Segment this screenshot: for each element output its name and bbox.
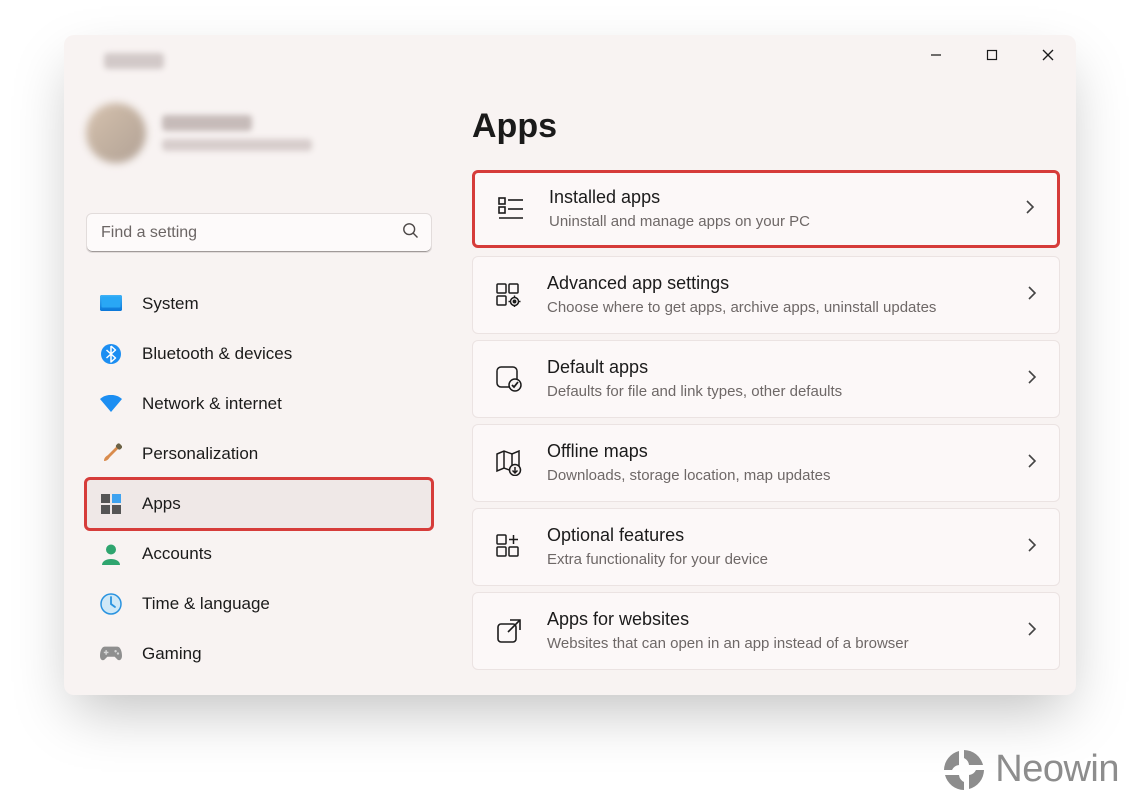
bluetooth-icon — [100, 343, 122, 365]
account-avatar — [86, 103, 146, 163]
card-default-apps[interactable]: Default apps Defaults for file and link … — [472, 340, 1060, 418]
page-title: Apps — [472, 107, 1060, 146]
card-title: Apps for websites — [547, 608, 1003, 631]
chevron-right-icon — [1027, 453, 1037, 474]
maximize-button[interactable] — [964, 35, 1020, 75]
search-icon — [402, 222, 419, 244]
apps-icon — [100, 493, 122, 515]
card-title: Optional features — [547, 524, 1003, 547]
sidebar-item-bluetooth[interactable]: Bluetooth & devices — [86, 329, 432, 379]
sidebar-item-apps[interactable]: Apps — [86, 479, 432, 529]
sidebar-item-label: Gaming — [142, 644, 202, 664]
chevron-right-icon — [1027, 369, 1037, 390]
card-installed-apps[interactable]: Installed apps Uninstall and manage apps… — [472, 170, 1060, 248]
sidebar-item-time-language[interactable]: Time & language — [86, 579, 432, 629]
account-text-blurred — [162, 115, 312, 151]
card-subtitle: Downloads, storage location, map updates — [547, 466, 1003, 486]
card-offline-maps[interactable]: Offline maps Downloads, storage location… — [472, 424, 1060, 502]
sidebar-item-accounts[interactable]: Accounts — [86, 529, 432, 579]
add-app-icon — [495, 533, 523, 561]
gamepad-icon — [100, 643, 122, 665]
system-icon — [100, 293, 122, 315]
minimize-button[interactable] — [908, 35, 964, 75]
window-title-blurred — [104, 53, 164, 69]
card-title: Installed apps — [549, 186, 1001, 209]
search-input[interactable] — [99, 223, 379, 243]
chevron-right-icon — [1027, 285, 1037, 306]
card-subtitle: Extra functionality for your device — [547, 550, 1003, 570]
chevron-right-icon — [1025, 199, 1035, 220]
sidebar-item-personalization[interactable]: Personalization — [86, 429, 432, 479]
sidebar-item-network[interactable]: Network & internet — [86, 379, 432, 429]
search-box[interactable] — [86, 213, 432, 253]
sidebar-item-label: Bluetooth & devices — [142, 344, 292, 364]
chevron-right-icon — [1027, 537, 1037, 558]
sidebar-item-label: Accounts — [142, 544, 212, 564]
map-download-icon — [495, 449, 523, 477]
sidebar-item-label: Time & language — [142, 594, 270, 614]
default-apps-icon — [495, 365, 523, 393]
brush-icon — [100, 443, 122, 465]
highlight-box — [84, 477, 434, 531]
watermark: Neowin — [943, 748, 1119, 791]
card-subtitle: Websites that can open in an app instead… — [547, 634, 1003, 654]
accounts-icon — [100, 543, 122, 565]
chevron-right-icon — [1027, 621, 1037, 642]
card-title: Default apps — [547, 356, 1003, 379]
clock-globe-icon — [100, 593, 122, 615]
titlebar — [64, 35, 1076, 81]
close-button[interactable] — [1020, 35, 1076, 75]
app-gear-icon — [495, 281, 523, 309]
card-subtitle: Choose where to get apps, archive apps, … — [547, 298, 1003, 318]
card-advanced-app-settings[interactable]: Advanced app settings Choose where to ge… — [472, 256, 1060, 334]
sidebar: System Bluetooth & devices Network & int… — [86, 279, 432, 679]
sidebar-item-gaming[interactable]: Gaming — [86, 629, 432, 679]
sidebar-item-label: System — [142, 294, 199, 314]
card-title: Advanced app settings — [547, 272, 1003, 295]
card-title: Offline maps — [547, 440, 1003, 463]
card-apps-for-websites[interactable]: Apps for websites Websites that can open… — [472, 592, 1060, 670]
sidebar-item-label: Apps — [142, 494, 181, 514]
sidebar-item-label: Network & internet — [142, 394, 282, 414]
open-external-icon — [495, 617, 523, 645]
account-area[interactable] — [86, 103, 312, 163]
card-optional-features[interactable]: Optional features Extra functionality fo… — [472, 508, 1060, 586]
settings-window: System Bluetooth & devices Network & int… — [64, 35, 1076, 695]
sidebar-item-system[interactable]: System — [86, 279, 432, 329]
card-subtitle: Defaults for file and link types, other … — [547, 382, 1003, 402]
main-content: Apps Installed apps Uninstall and manage… — [472, 107, 1060, 695]
neowin-logo-icon — [943, 749, 985, 791]
wifi-icon — [100, 393, 122, 415]
sidebar-item-label: Personalization — [142, 444, 258, 464]
card-subtitle: Uninstall and manage apps on your PC — [549, 212, 1001, 232]
watermark-text: Neowin — [995, 748, 1119, 791]
installed-apps-icon — [497, 195, 525, 223]
